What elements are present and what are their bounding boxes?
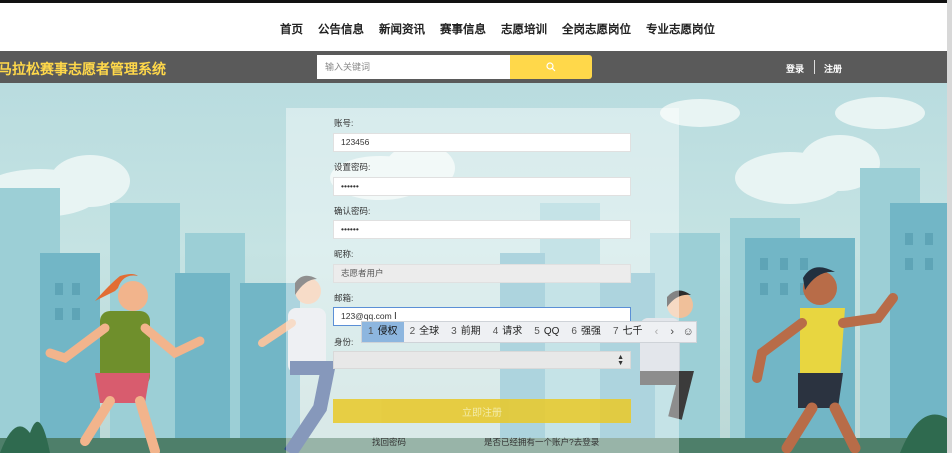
go-login-link[interactable]: 是否已经拥有一个账户?去登录 [484,436,599,448]
ime-candidate[interactable]: 3 前期 [445,322,487,342]
site-title: 马拉松赛事志愿者管理系统 [0,61,166,77]
ime-candidate[interactable]: 4 请求 [487,322,529,342]
ime-candidate[interactable]: 6 强强 [565,322,607,342]
confirm-password-label: 确认密码: [334,206,371,216]
nav-item-home[interactable]: 首页 [280,21,303,37]
search-button[interactable] [510,55,592,79]
top-navigation: 首页 公告信息 新闻资讯 赛事信息 志愿培训 全岗志愿岗位 专业志愿岗位 [0,0,952,51]
password-input[interactable]: •••••• [333,177,631,196]
select-arrows-icon: ▲ ▼ [617,354,624,367]
ime-candidate[interactable]: 7 七千 [607,322,649,342]
ime-candidate[interactable]: 2 全球 [404,322,446,342]
header-divider [814,60,815,74]
nav-item-news[interactable]: 新闻资讯 [379,21,425,37]
forgot-password-link[interactable]: 找回密码 [372,436,406,448]
nav-item-announcements[interactable]: 公告信息 [318,21,364,37]
nav-item-all-posts[interactable]: 全岗志愿岗位 [562,21,631,37]
register-submit-button[interactable]: 立即注册 [333,399,631,423]
ime-candidate[interactable]: 5 QQ [528,322,565,342]
account-label: 账号: [334,118,354,128]
email-label: 邮箱: [334,293,354,303]
ime-next-icon[interactable]: › [664,326,680,338]
ime-candidate[interactable]: 1 侵权 [362,322,404,342]
identity-label: 身份: [334,337,354,347]
nav-item-events[interactable]: 赛事信息 [440,21,486,37]
nav-item-pro-posts[interactable]: 专业志愿岗位 [646,21,715,37]
ime-candidate-bar: 1 侵权 2 全球 3 前期 4 请求 5 QQ 6 强强 7 七千 ‹ › ☺ [361,321,697,343]
password-label: 设置密码: [334,162,371,172]
emoji-icon[interactable]: ☺ [680,326,696,338]
search-input[interactable] [317,55,510,79]
identity-select[interactable]: ▲ ▼ [333,351,631,369]
search-icon [546,62,556,72]
header-bar: 马拉松赛事志愿者管理系统 登录 注册 [0,51,947,83]
register-link[interactable]: 注册 [824,62,842,75]
nickname-input[interactable]: 志愿者用户 [333,264,631,283]
account-input[interactable]: 123456 [333,133,631,152]
confirm-password-input[interactable]: •••••• [333,220,631,239]
nav-menu: 首页 公告信息 新闻资讯 赛事信息 志愿培训 全岗志愿岗位 专业志愿岗位 [280,21,730,37]
login-link[interactable]: 登录 [786,62,804,75]
nickname-label: 昵称: [334,249,354,259]
scrollbar[interactable] [947,0,952,453]
ime-prev-icon[interactable]: ‹ [649,326,665,338]
nav-item-training[interactable]: 志愿培训 [501,21,547,37]
